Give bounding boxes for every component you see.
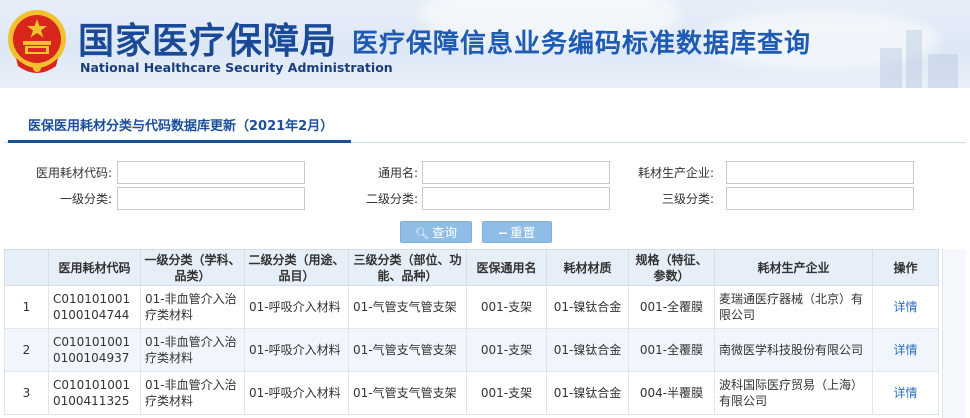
level1-category-input[interactable] xyxy=(117,187,305,210)
table-row: 1 C0101010010100104744 01-非血管介入治疗类材料 01-… xyxy=(4,285,939,329)
col-action: 操作 xyxy=(872,249,939,286)
row-index: 2 xyxy=(4,328,49,372)
national-emblem-icon xyxy=(8,10,66,73)
level2-category-input[interactable] xyxy=(422,187,610,210)
generic-name-input[interactable] xyxy=(422,161,610,184)
tab-consumables-db[interactable]: 医保医用耗材分类与代码数据库更新（2021年2月） xyxy=(8,113,352,143)
form-row-2: 一级分类: 二级分类: 三级分类: xyxy=(4,187,966,211)
row-material: 01-镍钛合金 xyxy=(546,285,629,329)
row-level3: 01-气管支气管支架 xyxy=(348,328,467,372)
row-index: 3 xyxy=(4,371,49,415)
col-index xyxy=(4,249,49,286)
table-scrollbar[interactable] xyxy=(942,249,966,418)
level3-category-input[interactable] xyxy=(726,187,914,210)
row-detail-link[interactable]: 详情 xyxy=(872,328,939,372)
col-level3: 三级分类（部位、功能、品种） xyxy=(348,249,467,286)
search-button[interactable]: 🔍︎ 查询 xyxy=(400,221,472,243)
results-table-container: 医用耗材代码 一级分类（学科、品类） 二级分类（用途、品目） 三级分类（部位、功… xyxy=(4,249,966,418)
table-row: 2 C0101010010100104937 01-非血管介入治疗类材料 01-… xyxy=(4,328,939,372)
row-manufacturer: 波科国际医疗贸易（上海）有限公司 xyxy=(714,371,873,415)
manufacturer-input[interactable] xyxy=(726,161,914,184)
label-generic-name: 通用名: xyxy=(377,166,418,180)
row-level3: 01-气管支气管支架 xyxy=(348,371,467,415)
header-banner: 国家医疗保障局 National Healthcare Security Adm… xyxy=(0,0,970,88)
label-level2-category: 二级分类: xyxy=(365,192,418,206)
row-material: 01-镍钛合金 xyxy=(546,328,629,372)
col-material: 耗材材质 xyxy=(546,249,629,286)
label-level1-category: 一级分类: xyxy=(59,192,112,206)
row-level1: 01-非血管介入治疗类材料 xyxy=(140,328,245,372)
table-row: 3 C0101010010100411325 01-非血管介入治疗类材料 01-… xyxy=(4,371,939,415)
minus-icon: ➖︎ xyxy=(498,227,508,240)
consumable-code-input[interactable] xyxy=(117,161,305,184)
row-level2: 01-呼吸介入材料 xyxy=(244,285,349,329)
row-level2: 01-呼吸介入材料 xyxy=(244,328,349,372)
row-spec: 001-全覆膜 xyxy=(628,328,715,372)
col-code: 医用耗材代码 xyxy=(48,249,141,286)
col-level1: 一级分类（学科、品类） xyxy=(140,249,245,286)
row-spec: 004-半覆膜 xyxy=(628,371,715,415)
tab-strip: 医保医用耗材分类与代码数据库更新（2021年2月） xyxy=(4,113,966,143)
row-code: C0101010010100104937 xyxy=(48,328,141,372)
row-generic-name: 001-支架 xyxy=(466,328,547,372)
row-generic-name: 001-支架 xyxy=(466,285,547,329)
row-code: C0101010010100411325 xyxy=(48,371,141,415)
system-title: 医疗保障信息业务编码标准数据库查询 xyxy=(352,29,812,59)
row-manufacturer: 麦瑞通医疗器械（北京）有限公司 xyxy=(714,285,873,329)
row-generic-name: 001-支架 xyxy=(466,371,547,415)
row-index: 1 xyxy=(4,285,49,329)
search-button-label: 查询 xyxy=(431,225,457,240)
reset-button[interactable]: ➖︎ 重置 xyxy=(482,221,552,243)
label-level3-category: 三级分类: xyxy=(661,192,714,206)
row-manufacturer: 南微医学科技股份有限公司 xyxy=(714,328,873,372)
results-table: 医用耗材代码 一级分类（学科、品类） 二级分类（用途、品目） 三级分类（部位、功… xyxy=(4,249,939,415)
row-code: C0101010010100104744 xyxy=(48,285,141,329)
col-level2: 二级分类（用途、品目） xyxy=(244,249,349,286)
table-header-row: 医用耗材代码 一级分类（学科、品类） 二级分类（用途、品目） 三级分类（部位、功… xyxy=(4,249,939,286)
row-detail-link[interactable]: 详情 xyxy=(872,285,939,329)
col-generic-name: 医保通用名 xyxy=(466,249,547,286)
row-level1: 01-非血管介入治疗类材料 xyxy=(140,285,245,329)
label-manufacturer: 耗材生产企业: xyxy=(637,166,714,180)
row-detail-link[interactable]: 详情 xyxy=(872,371,939,415)
col-spec: 规格（特征、参数） xyxy=(628,249,715,286)
search-icon: 🔍︎ xyxy=(415,227,429,240)
col-manufacturer: 耗材生产企业 xyxy=(714,249,873,286)
filter-form: 医用耗材代码: 通用名: 耗材生产企业: 一级分类: 二级分类: 三级分类: xyxy=(4,150,966,214)
row-level2: 01-呼吸介入材料 xyxy=(244,371,349,415)
form-row-1: 医用耗材代码: 通用名: 耗材生产企业: xyxy=(4,161,966,185)
row-level1: 01-非血管介入治疗类材料 xyxy=(140,371,245,415)
row-material: 01-镍钛合金 xyxy=(546,371,629,415)
org-name-cn: 国家医疗保障局 xyxy=(78,20,338,62)
row-level3: 01-气管支气管支架 xyxy=(348,285,467,329)
reset-button-label: 重置 xyxy=(510,225,536,240)
label-consumable-code: 医用耗材代码: xyxy=(35,166,112,180)
org-name-en: National Healthcare Security Administrat… xyxy=(80,60,393,75)
row-spec: 001-全覆膜 xyxy=(628,285,715,329)
